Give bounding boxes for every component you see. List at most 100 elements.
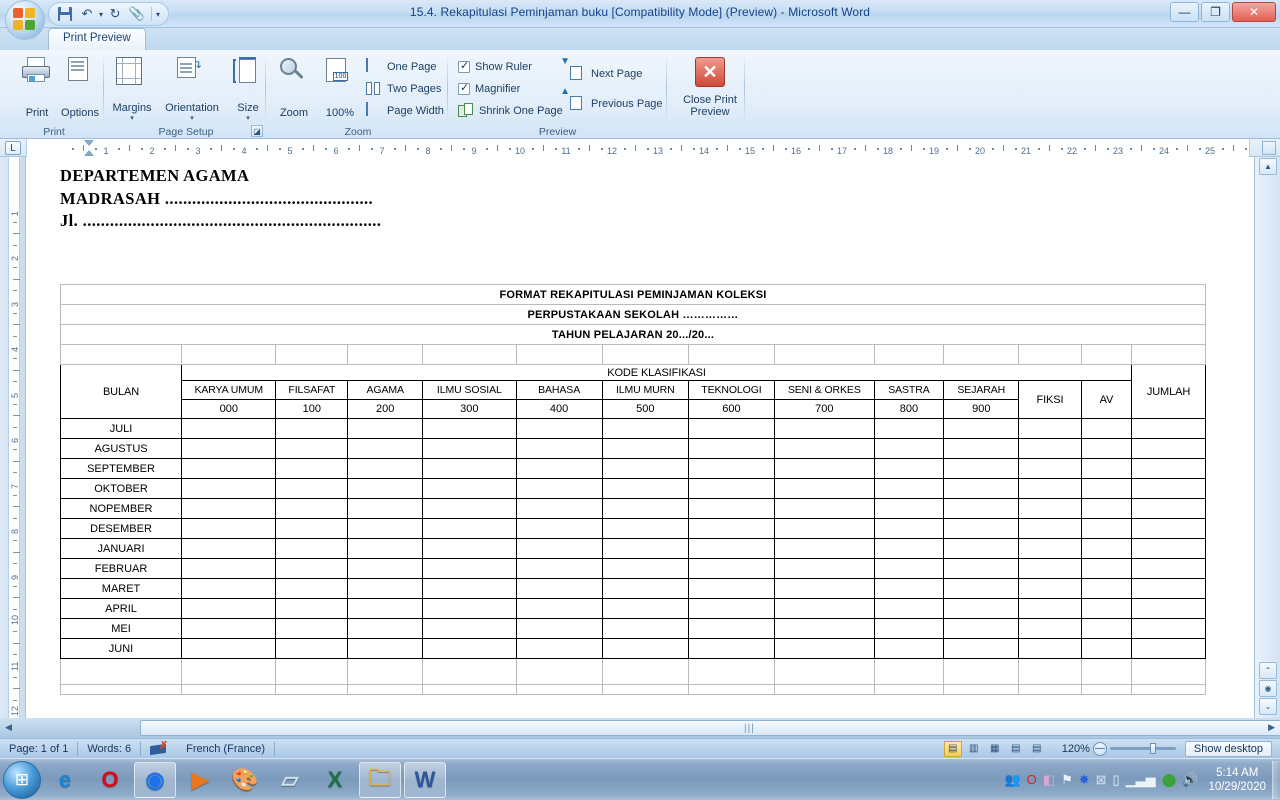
data-cell[interactable] [688,479,774,499]
close-window-button[interactable]: ✕ [1232,2,1276,22]
data-cell[interactable] [423,439,516,459]
data-cell[interactable] [1132,619,1206,639]
volume-icon[interactable]: 🔊 [1182,772,1198,788]
data-cell[interactable] [1081,419,1131,439]
taskbar-item-internet-explorer[interactable]: e [44,762,86,798]
data-cell[interactable] [874,499,944,519]
data-cell[interactable] [423,539,516,559]
data-cell[interactable] [688,639,774,659]
margins-caret-icon[interactable]: ▾ [130,116,134,121]
vertical-scrollbar[interactable]: ▲ ⌃ ◉ ⌄ [1254,157,1280,718]
data-cell[interactable] [1081,519,1131,539]
data-cell[interactable] [944,419,1019,439]
data-cell[interactable] [1019,619,1082,639]
view-full-screen-reading-button[interactable]: ▥ [965,741,983,757]
data-cell[interactable] [1019,639,1082,659]
data-cell[interactable] [516,459,602,479]
data-cell[interactable] [1019,539,1082,559]
table-row[interactable]: JULI [61,419,1206,439]
data-cell[interactable] [874,419,944,439]
data-cell[interactable] [1019,499,1082,519]
data-cell[interactable] [874,579,944,599]
data-cell[interactable] [1132,539,1206,559]
data-cell[interactable] [944,519,1019,539]
magnifier-checkbox[interactable]: Magnifier [458,79,520,99]
data-cell[interactable] [602,639,688,659]
data-cell[interactable] [602,619,688,639]
data-cell[interactable] [276,579,348,599]
data-cell[interactable] [1019,599,1082,619]
data-cell[interactable] [182,519,276,539]
usb-safe-icon[interactable]: ⬤ [1162,772,1177,788]
table-row[interactable]: MARET [61,579,1206,599]
word-count-status[interactable]: Words: 6 [78,740,140,758]
data-cell[interactable] [874,559,944,579]
next-page-button[interactable]: ▼ Next Page [570,64,642,84]
view-web-layout-button[interactable]: ▦ [986,741,1004,757]
taskbar-item-google-chrome[interactable]: ◉ [134,762,176,798]
data-cell[interactable] [602,439,688,459]
data-cell[interactable] [1132,579,1206,599]
table-row[interactable]: JANUARI [61,539,1206,559]
data-cell[interactable] [276,499,348,519]
data-cell[interactable] [775,459,875,479]
data-cell[interactable] [276,419,348,439]
maximize-button[interactable]: ❐ [1201,2,1230,22]
data-cell[interactable] [516,499,602,519]
data-cell[interactable] [182,499,276,519]
data-cell[interactable] [775,539,875,559]
data-cell[interactable] [182,599,276,619]
data-cell[interactable] [944,499,1019,519]
data-cell[interactable] [1132,479,1206,499]
taskbar-item-excel[interactable]: X [314,762,356,798]
view-outline-button[interactable]: ▤ [1007,741,1025,757]
page-count-status[interactable]: Page: 1 of 1 [0,740,77,758]
data-cell[interactable] [602,419,688,439]
data-cell[interactable] [602,499,688,519]
data-cell[interactable] [874,599,944,619]
data-cell[interactable] [775,579,875,599]
print-preview-button[interactable]: 📎 [127,4,147,24]
data-cell[interactable] [516,559,602,579]
page-setup-dialog-launcher[interactable]: ◪ [251,125,263,137]
data-cell[interactable] [944,479,1019,499]
redo-button[interactable]: ↻ [105,4,125,24]
data-cell[interactable] [688,599,774,619]
table-row[interactable]: MEI [61,619,1206,639]
data-cell[interactable] [688,459,774,479]
data-cell[interactable] [423,459,516,479]
data-cell[interactable] [944,639,1019,659]
show-ruler-checkbox[interactable]: Show Ruler [458,57,532,77]
data-cell[interactable] [423,619,516,639]
recapitulation-table[interactable]: FORMAT REKAPITULASI PEMINJAMAN KOLEKSIPE… [60,284,1206,695]
data-cell[interactable] [423,519,516,539]
data-cell[interactable] [944,579,1019,599]
data-cell[interactable] [688,519,774,539]
data-cell[interactable] [602,559,688,579]
one-page-button[interactable]: One Page [366,57,437,77]
view-ruler-toggle[interactable] [1262,141,1276,155]
horizontal-scroll-thumb[interactable]: ||| [140,720,1280,736]
print-options-button[interactable]: Options [50,53,110,121]
data-cell[interactable] [688,439,774,459]
data-cell[interactable] [1132,599,1206,619]
next-page-scroll-button[interactable]: ⌄ [1259,698,1277,715]
data-cell[interactable] [423,639,516,659]
data-cell[interactable] [944,619,1019,639]
page-1[interactable]: DEPARTEMEN AGAMA MADRASAH ..............… [26,157,1254,718]
data-cell[interactable] [602,459,688,479]
data-cell[interactable] [1132,499,1206,519]
data-cell[interactable] [276,479,348,499]
data-cell[interactable] [516,599,602,619]
data-cell[interactable] [688,559,774,579]
data-cell[interactable] [1019,519,1082,539]
data-cell[interactable] [182,639,276,659]
data-cell[interactable] [1019,479,1082,499]
data-cell[interactable] [1132,559,1206,579]
taskbar-item-paint[interactable]: 🎨 [224,762,266,798]
data-cell[interactable] [1081,459,1131,479]
size-caret-icon[interactable]: ▾ [246,116,250,121]
data-cell[interactable] [423,559,516,579]
data-cell[interactable] [1081,639,1131,659]
taskbar-clock[interactable]: 5:14 AM 10/29/2020 [1202,766,1272,794]
